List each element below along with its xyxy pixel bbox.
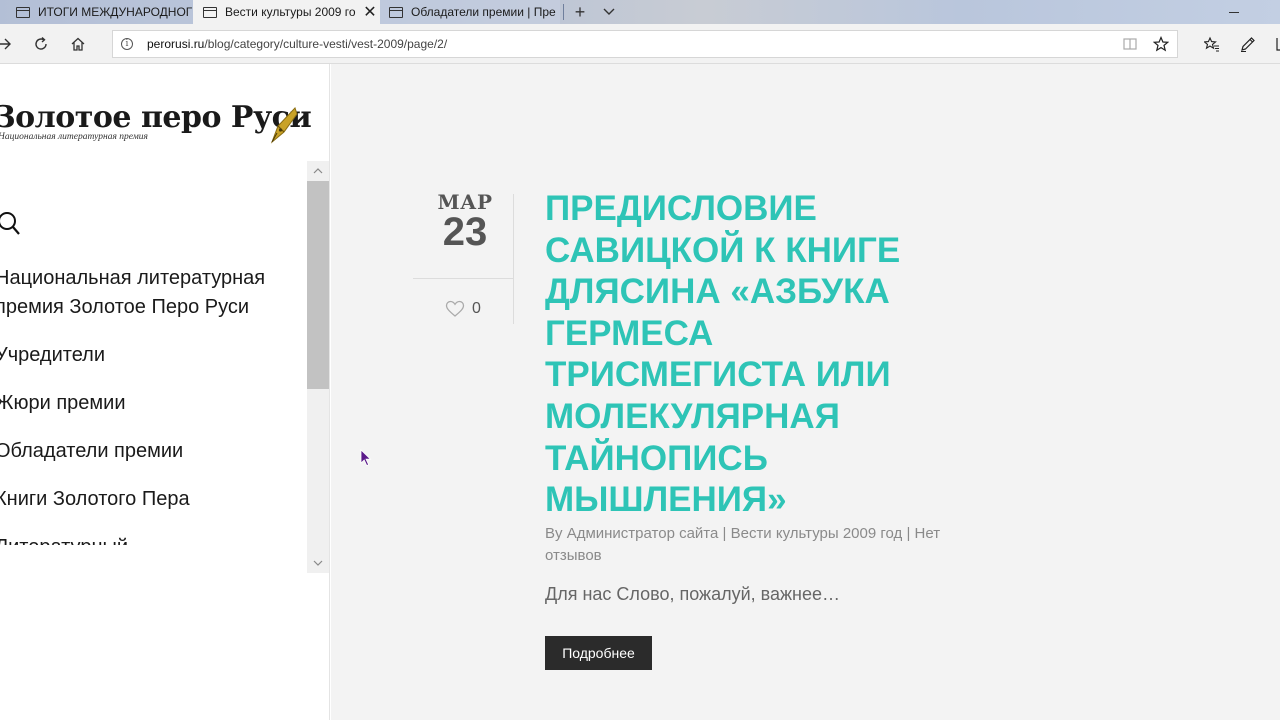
meta-separator: |: [906, 525, 911, 542]
date-divider: [413, 278, 513, 279]
share-icon: [1276, 38, 1280, 51]
post-date: МАР 23: [415, 190, 515, 252]
home-button[interactable]: [64, 30, 92, 58]
browser-toolbar: i perorusi.ru/blog/category/culture-vest…: [0, 24, 1280, 64]
url-text: perorusi.ru/blog/category/culture-vesti/…: [147, 37, 447, 51]
tab-page-icon: [389, 6, 403, 18]
refresh-icon: [35, 36, 47, 50]
heart-icon: [445, 300, 465, 317]
meta-author-link[interactable]: Администратор сайта: [567, 525, 719, 542]
pen-icon: [1241, 37, 1255, 52]
notes-button[interactable]: [1234, 30, 1262, 58]
post-title[interactable]: Предисловие Савицкой к книге Длясина «Аз…: [545, 188, 965, 521]
favorites-button[interactable]: [1198, 30, 1226, 58]
vertical-divider: [513, 194, 514, 324]
favorites-icon: [1204, 36, 1219, 52]
logo-title: Золотое перо Руси: [0, 100, 312, 135]
post-meta: By Администратор сайта | Вести культуры …: [545, 523, 965, 567]
menu-item-premia[interactable]: Национальная литературная премия Золотое…: [0, 264, 295, 322]
main-content: МАР 23 0 Предисловие Савицкой к книге Дл…: [331, 64, 1280, 720]
minimize-button[interactable]: [1222, 0, 1246, 24]
share-button[interactable]: [1268, 30, 1280, 58]
info-icon[interactable]: i: [121, 38, 133, 50]
new-tab-button[interactable]: +: [568, 0, 592, 24]
menu-item-uchrediteli[interactable]: Учредители: [0, 341, 295, 370]
address-bar[interactable]: i perorusi.ru/blog/category/culture-vest…: [112, 30, 1178, 58]
tab-strip: ИТОГИ МЕЖДУНАРОДНОГ Вести культуры 2009 …: [0, 0, 1280, 24]
menu-item-knigi[interactable]: Книги Золотого Пера: [0, 485, 295, 514]
meta-by: By: [545, 525, 563, 542]
star-icon[interactable]: [1153, 36, 1169, 52]
sidebar-scrollbar[interactable]: [307, 161, 329, 573]
url-domain: perorusi.ru: [147, 37, 205, 51]
chevron-up-icon: [313, 168, 323, 174]
chevron-down-icon: [313, 560, 323, 566]
tab-itogi[interactable]: ИТОГИ МЕЖДУНАРОДНОГ: [0, 0, 193, 24]
scroll-down-button[interactable]: [307, 553, 329, 573]
sidebar: Золотое перо Руси Национальная литератур…: [0, 64, 330, 720]
tab-close-button[interactable]: ✕: [360, 2, 380, 22]
tab-obladateli[interactable]: Обладатели премии | Пре: [380, 0, 560, 24]
main-menu: Национальная литературная премия Золотое…: [0, 264, 295, 564]
home-icon: [71, 37, 85, 51]
tab-list-button[interactable]: [598, 0, 620, 24]
forward-arrow-icon: [0, 38, 11, 50]
meta-category-link[interactable]: Вести культуры 2009 год: [731, 525, 903, 542]
menu-item-literaturnyi[interactable]: Литературный: [0, 533, 295, 545]
read-more-button[interactable]: Подробнее: [545, 636, 652, 670]
tab-page-icon: [16, 6, 30, 18]
like-count: 0: [472, 300, 481, 317]
tab-label: ИТОГИ МЕЖДУНАРОДНОГ: [38, 5, 193, 19]
tab-vesti[interactable]: Вести культуры 2009 го ✕: [193, 0, 380, 24]
tab-separator: [563, 4, 564, 20]
post-date-day: 23: [442, 210, 488, 254]
scroll-thumb[interactable]: [307, 181, 329, 389]
meta-separator: |: [722, 525, 727, 542]
forward-button[interactable]: [0, 30, 18, 58]
reading-view-icon[interactable]: [1123, 37, 1137, 51]
like-counter[interactable]: 0: [445, 300, 481, 318]
tab-label: Обладатели премии | Пре: [411, 5, 556, 19]
chevron-down-icon: [603, 8, 615, 15]
post-excerpt: Для нас Слово, пожалуй, важнее…: [545, 584, 841, 604]
tab-label: Вести культуры 2009 го: [225, 5, 356, 19]
refresh-button[interactable]: [27, 30, 55, 58]
tab-page-icon: [203, 6, 217, 18]
search-icon[interactable]: [0, 210, 22, 238]
scroll-up-button[interactable]: [307, 161, 329, 181]
site-logo[interactable]: Золотое перо Руси Национальная литератур…: [0, 100, 312, 142]
cursor-icon: [360, 449, 372, 467]
menu-item-zhyuri[interactable]: Жюри премии: [0, 389, 295, 418]
golden-pen-logo-icon: [270, 107, 298, 144]
url-path: /blog/category/culture-vesti/vest-2009/p…: [204, 37, 448, 51]
menu-item-obladateli[interactable]: Обладатели премии: [0, 437, 295, 466]
